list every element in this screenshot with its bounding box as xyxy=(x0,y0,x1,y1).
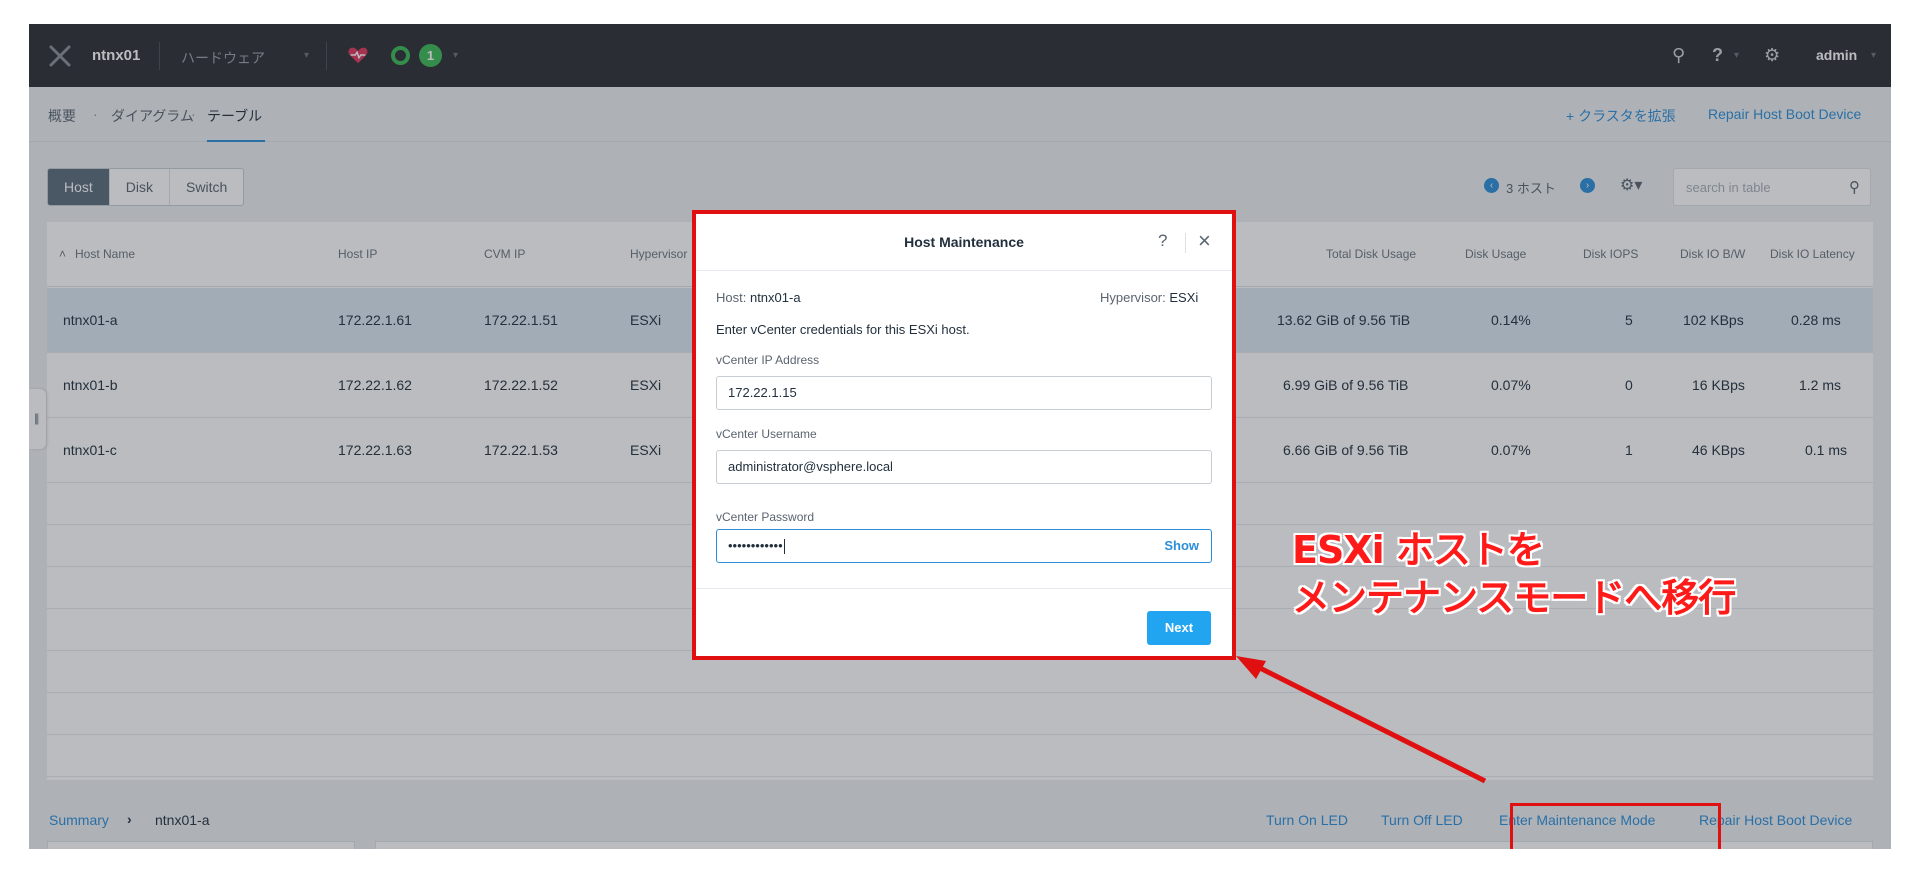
annotation-callout: ESXi ホストを メンテナンスモードへ移行 xyxy=(1292,526,1736,622)
vcenter-password-label: vCenter Password xyxy=(716,510,815,524)
show-password-button[interactable]: Show xyxy=(1164,530,1199,562)
vcenter-username-label: vCenter Username xyxy=(716,427,817,441)
vcenter-password-input[interactable]: •••••••••••• xyxy=(728,538,783,553)
host-maintenance-dialog: Host Maintenance ? × Host: ntnx01-a Hype… xyxy=(692,210,1236,660)
host-label: Host: xyxy=(716,290,747,305)
footer-divider xyxy=(696,588,1232,589)
vcenter-password-field[interactable]: •••••••••••• Show xyxy=(716,529,1212,563)
annotation-line-1: ESXi ホストを xyxy=(1292,528,1545,572)
dialog-header: Host Maintenance ? × xyxy=(696,214,1232,271)
help-icon[interactable]: ? xyxy=(1158,231,1167,251)
vcenter-ip-label: vCenter IP Address xyxy=(716,353,820,367)
hypervisor-value: ESXi xyxy=(1169,290,1199,305)
annotation-highlight-box xyxy=(1510,803,1721,849)
next-button[interactable]: Next xyxy=(1147,611,1211,645)
hypervisor-label: Hypervisor: xyxy=(1100,290,1166,305)
text-cursor xyxy=(783,539,785,555)
hypervisor-info: Hypervisor: ESXi xyxy=(1100,290,1198,305)
app-window: ntnx01 ハードウェア ▾ 1 ▾ ⚲ ? ▾ ⚙ admin ▾ 概要 ·… xyxy=(29,24,1891,849)
vcenter-username-input[interactable]: administrator@vsphere.local xyxy=(716,450,1212,484)
vcenter-ip-input[interactable]: 172.22.1.15 xyxy=(716,376,1212,410)
dialog-title: Host Maintenance xyxy=(904,234,1024,250)
close-icon[interactable]: × xyxy=(1198,228,1211,254)
host-info: Host: ntnx01-a xyxy=(716,290,801,305)
host-value: ntnx01-a xyxy=(749,290,801,305)
instruction-text: Enter vCenter credentials for this ESXi … xyxy=(716,322,970,337)
header-divider xyxy=(1185,233,1186,253)
annotation-line-2: メンテナンスモードへ移行 xyxy=(1292,576,1736,620)
